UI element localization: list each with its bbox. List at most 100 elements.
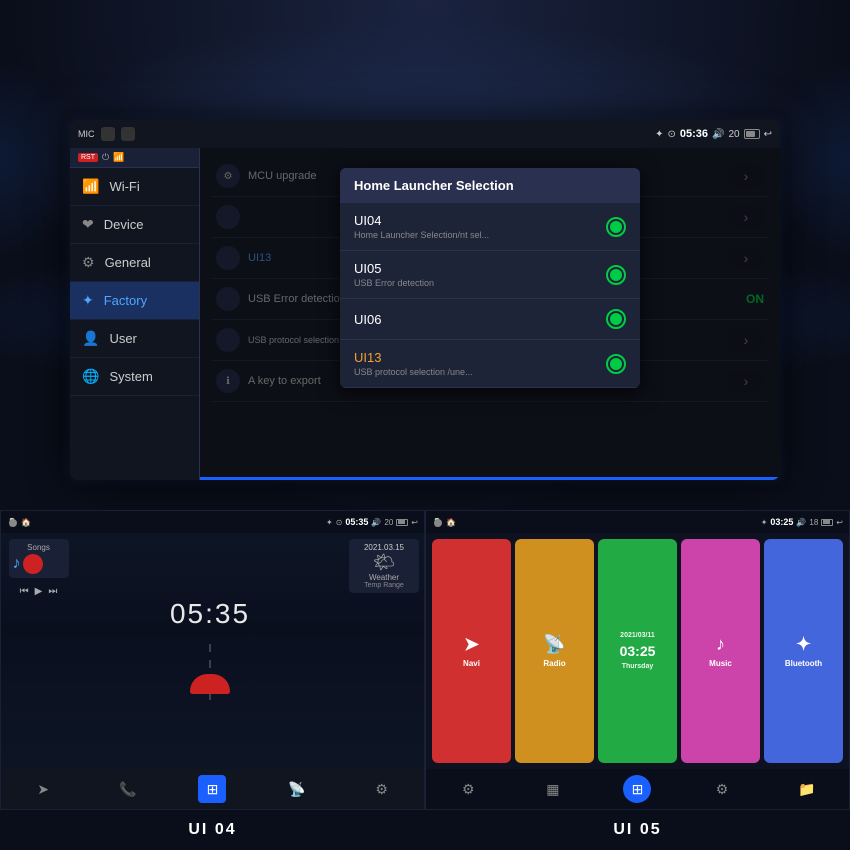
ui04-screen: 🔋 🏠 ✦ ⊙ 05:35 🔊 20 ↩	[0, 510, 425, 810]
ui05-home-icon: 🏠	[446, 518, 456, 527]
ui05-battery-val: 18	[809, 518, 818, 527]
ui04-left-panel: Songs ♪ ⏮ ▶ ⏭	[1, 533, 76, 769]
ui04-label: UI 04	[0, 810, 425, 850]
ui04-clock: 05:35	[170, 598, 250, 630]
ui04-toggle[interactable]	[606, 217, 626, 237]
modal-item-ui13-content: UI13 USB protocol selection /une...	[354, 350, 473, 377]
mic-label: MIC	[78, 129, 95, 139]
bt-tile-label: Bluetooth	[785, 659, 822, 668]
ui06-toggle[interactable]	[606, 309, 626, 329]
prev-icon[interactable]: ⏮	[20, 586, 29, 597]
sidebar-item-wifi[interactable]: 📶 Wi-Fi	[70, 168, 199, 206]
bottom-section: 🔋 🏠 ✦ ⊙ 05:35 🔊 20 ↩	[0, 510, 850, 850]
nav-arrow-icon[interactable]: ➤	[29, 775, 57, 803]
factory-icon: ✦	[82, 292, 94, 309]
ui05-nav-bar-icon[interactable]: ▦	[539, 775, 567, 803]
ui05-back-icon[interactable]: ↩	[836, 518, 843, 527]
ui05-bt-icon: ✦	[761, 518, 768, 527]
weather-icon: 🌤	[355, 552, 413, 573]
modal-item-ui13[interactable]: UI13 USB protocol selection /une...	[340, 340, 640, 388]
music-tile[interactable]: ♪ Music	[681, 539, 760, 763]
music-icon-area: Songs ♪	[9, 539, 69, 578]
main-screen: MIC ✦ ⊙ 05:36 🔊 20 ↩ RST ⏻ 📶 📶	[70, 120, 780, 480]
radio-tile[interactable]: 📡 Radio	[515, 539, 594, 763]
music-tile-icon: ♪	[716, 634, 725, 655]
nav-signal-icon[interactable]: 📡	[283, 775, 311, 803]
general-icon: ⚙	[82, 254, 95, 271]
ui05-nav-grid-icon[interactable]: ⊞	[623, 775, 651, 803]
car-road	[180, 634, 240, 704]
modal-ui13-label: UI13	[354, 350, 473, 365]
ui04-navbar: ➤ 📞 ⊞ 📡 ⚙	[1, 769, 424, 809]
bt-tile[interactable]: ✦ Bluetooth	[764, 539, 843, 763]
modal-overlay[interactable]: Home Launcher Selection UI04 Home Launch…	[200, 148, 780, 480]
sidebar-device-label: Device	[104, 217, 144, 232]
sidebar-item-general[interactable]: ⚙ General	[70, 244, 199, 282]
ui05-vol-icon: 🔊	[796, 518, 806, 527]
nav-grid-icon[interactable]: ⊞	[198, 775, 226, 803]
play-icon[interactable]: ▶	[35, 586, 43, 597]
ui04-content: Songs ♪ ⏮ ▶ ⏭ 05:35	[1, 533, 424, 769]
modal-ui04-sub: Home Launcher Selection/nt sel...	[354, 230, 489, 240]
next-icon[interactable]: ⏭	[48, 586, 57, 597]
ui04-bat-bar	[396, 519, 408, 526]
device-icon: ❤	[82, 216, 94, 233]
ui04-status-right: ✦ ⊙ 05:35 🔊 20 ↩	[326, 517, 418, 527]
modal-item-ui06[interactable]: UI06	[340, 299, 640, 340]
modal-item-ui04[interactable]: UI04 Home Launcher Selection/nt sel...	[340, 203, 640, 251]
ui04-status-bar: 🔋 🏠 ✦ ⊙ 05:35 🔊 20 ↩	[1, 511, 424, 533]
sidebar: RST ⏻ 📶 📶 Wi-Fi ❤ Device ⚙ General ✦ Fac…	[70, 148, 200, 480]
home-launcher-modal: Home Launcher Selection UI04 Home Launch…	[340, 168, 640, 388]
clock-tile[interactable]: 2021/03/11 03:25 Thursday	[598, 539, 677, 763]
battery-value: 20	[728, 129, 739, 140]
modal-item-ui05[interactable]: UI05 USB Error detection	[340, 251, 640, 299]
system-icon: 🌐	[82, 368, 99, 385]
bt-tile-icon: ✦	[796, 634, 811, 655]
ui13-toggle[interactable]	[606, 354, 626, 374]
sidebar-item-device[interactable]: ❤ Device	[70, 206, 199, 244]
ui04-battery-val: 20	[384, 518, 393, 527]
ui13-toggle-inner	[610, 358, 622, 370]
sidebar-item-factory[interactable]: ✦ Factory	[70, 282, 199, 320]
modal-ui05-label: UI05	[354, 261, 434, 276]
weather-date: 2021.03.15	[355, 543, 413, 552]
volume-icon: 🔊	[712, 129, 724, 140]
car-body	[190, 674, 230, 694]
sidebar-item-user[interactable]: 👤 User	[70, 320, 199, 358]
modal-title: Home Launcher Selection	[340, 168, 640, 203]
nav-phone-icon[interactable]: 📞	[114, 775, 142, 803]
ui04-wifi-icon: ⊙	[336, 518, 343, 527]
music-disc: ♪	[13, 554, 65, 574]
music-controls: ⏮ ▶ ⏭	[20, 586, 58, 597]
ui05-status-bar: 🔋 🏠 ✦ 03:25 🔊 18 ↩	[426, 511, 849, 533]
sidebar-user-label: User	[109, 331, 136, 346]
user-icon: 👤	[82, 330, 99, 347]
ui05-nav-gear-icon[interactable]: ⚙	[454, 775, 482, 803]
clock-time: 03:25	[620, 643, 656, 659]
sidebar-item-system[interactable]: 🌐 System	[70, 358, 199, 396]
modal-ui13-sub: USB protocol selection /une...	[354, 367, 473, 377]
ui04-back-icon[interactable]: ↩	[411, 518, 418, 527]
ui05-nav-settings-icon[interactable]: ⚙	[708, 775, 736, 803]
ui05-screen: 🔋 🏠 ✦ 03:25 🔊 18 ↩ ➤ Navi	[425, 510, 850, 810]
dash-curve-left	[0, 60, 80, 260]
ui05-tiles: ➤ Navi 📡 Radio 2021/03/11 03:25 Thursday…	[426, 533, 849, 769]
battery-icon	[744, 129, 760, 139]
weather-sub: Temp Range	[355, 582, 413, 589]
screen-content: RST ⏻ 📶 📶 Wi-Fi ❤ Device ⚙ General ✦ Fac…	[70, 148, 780, 480]
music-note-icon: ♪	[13, 555, 21, 573]
ui04-dot	[9, 519, 17, 527]
back-icon[interactable]: ↩	[764, 129, 772, 140]
sidebar-general-label: General	[105, 255, 151, 270]
ui05-label: UI 05	[425, 810, 850, 850]
navi-tile[interactable]: ➤ Navi	[432, 539, 511, 763]
ui04-time: 05:35	[345, 517, 368, 527]
songs-label: Songs	[13, 543, 65, 552]
ui05-navbar: ⚙ ▦ ⊞ ⚙ 📁	[426, 769, 849, 809]
ui05-nav-folder-icon[interactable]: 📁	[793, 775, 821, 803]
nav-gear-icon[interactable]: ⚙	[368, 775, 396, 803]
sidebar-wifi-label: Wi-Fi	[109, 179, 139, 194]
ui05-status-right: ✦ 03:25 🔊 18 ↩	[761, 517, 843, 527]
ui05-toggle[interactable]	[606, 265, 626, 285]
bluetooth-status-icon: ✦	[655, 129, 663, 140]
